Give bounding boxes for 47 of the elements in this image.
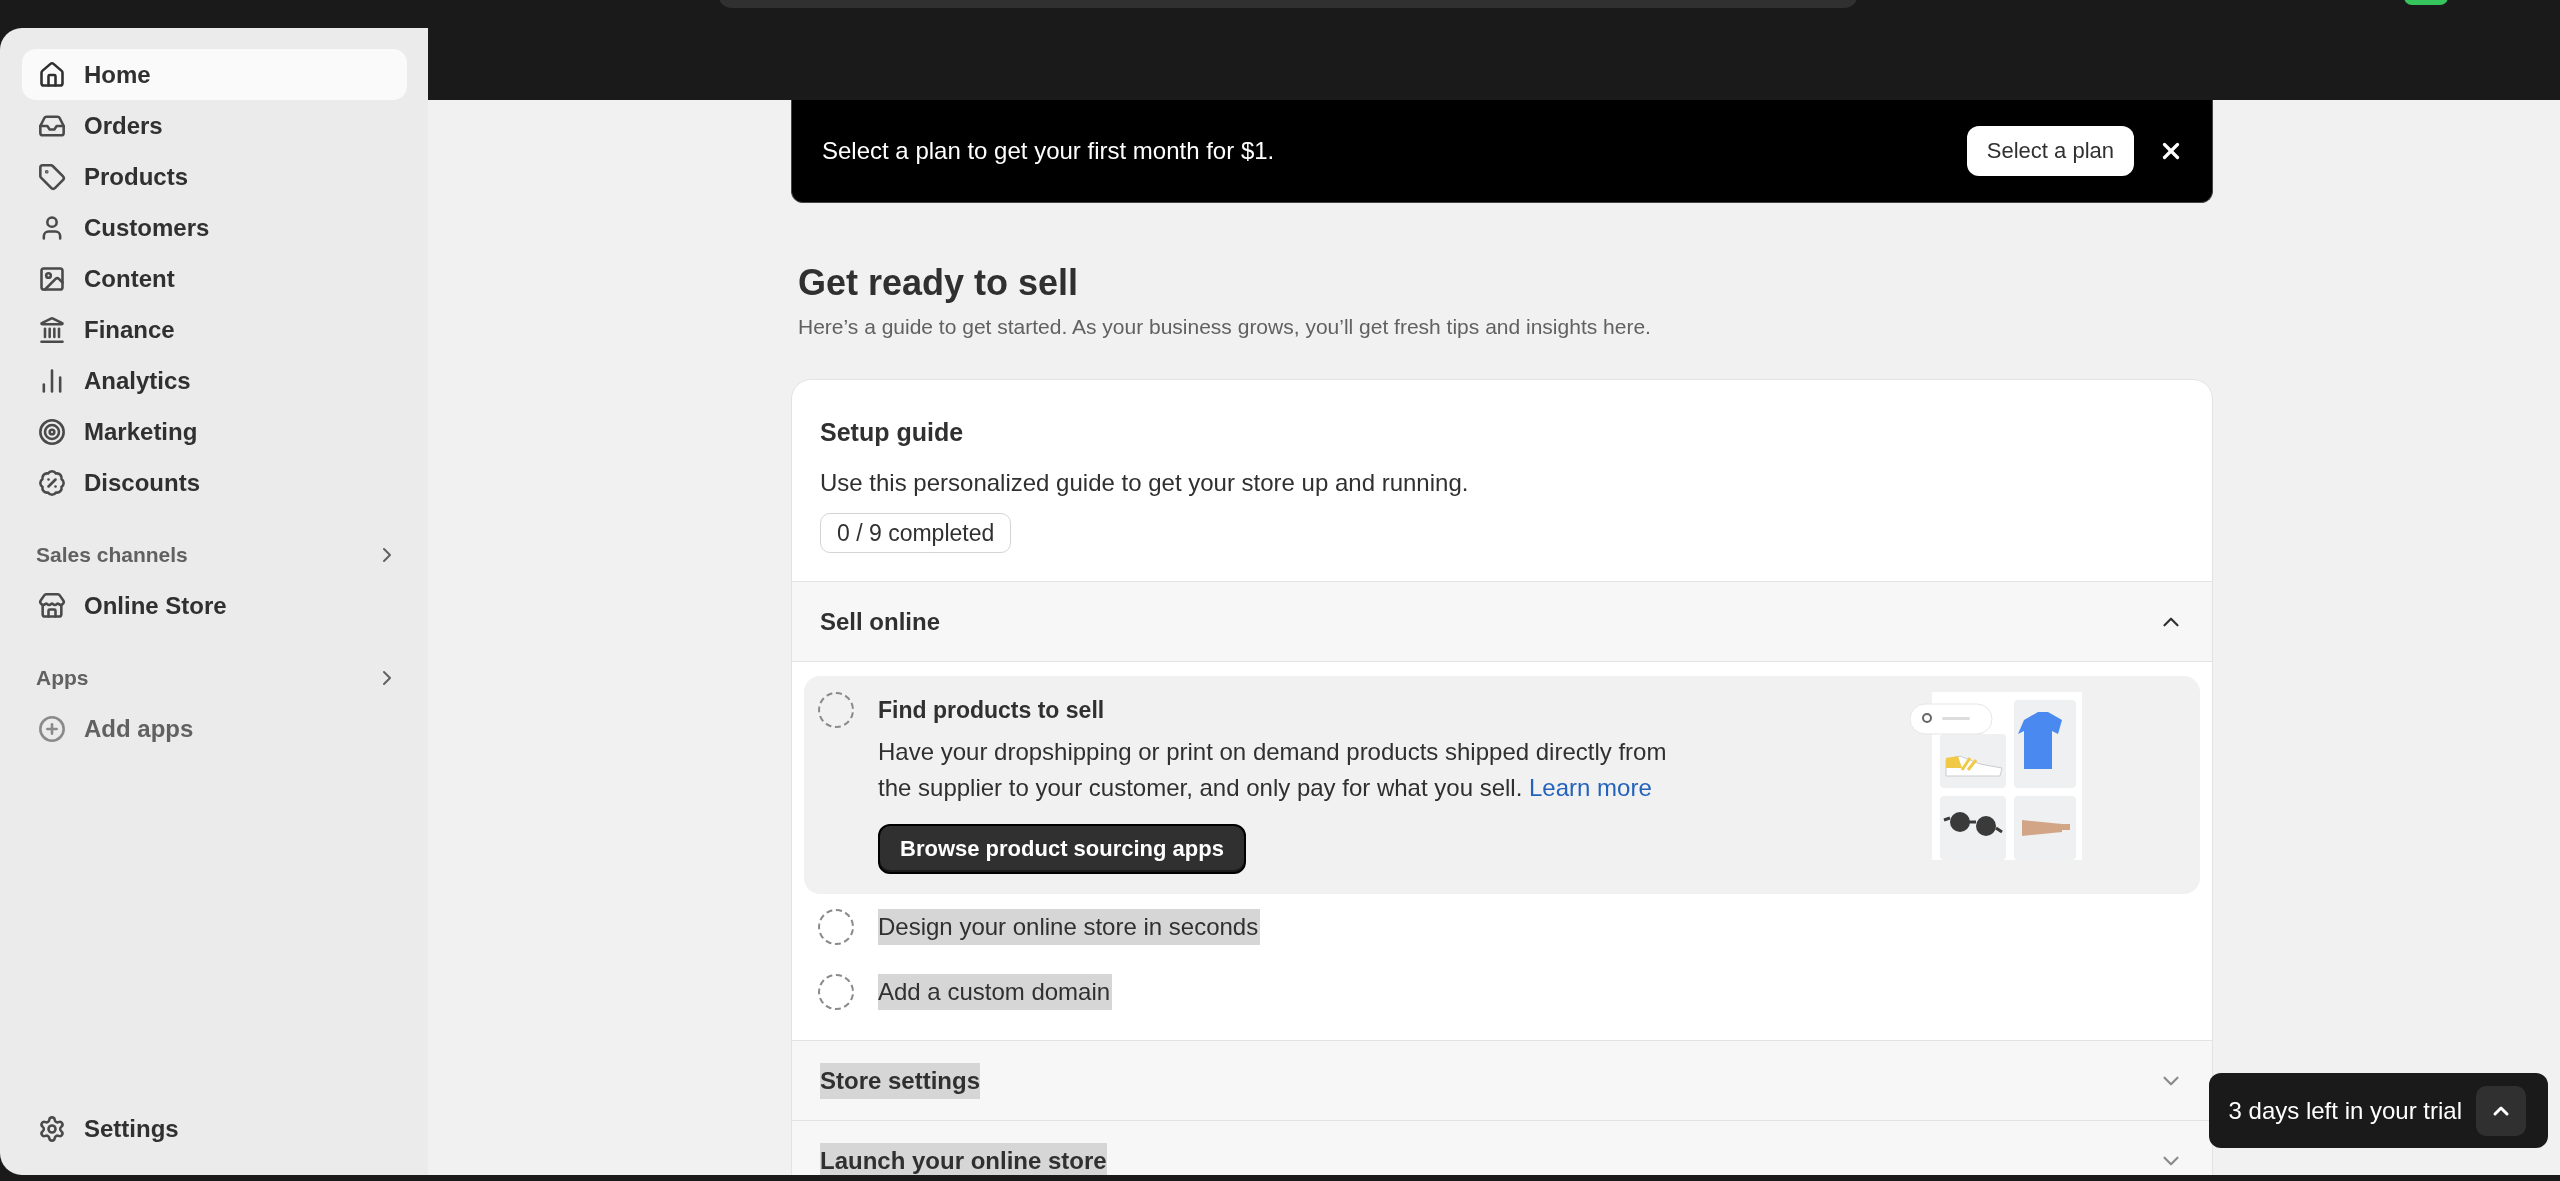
store-icon	[38, 591, 66, 620]
sidebar-item[interactable]: Analytics	[22, 355, 407, 406]
card-title: Setup guide	[820, 418, 964, 447]
card-description: Use this personalized guide to get your store up and running.	[820, 469, 1469, 497]
section-heading: Apps	[36, 666, 89, 690]
section-header[interactable]: Sell online	[792, 581, 2212, 661]
sidebar-item[interactable]: Discounts	[22, 457, 407, 508]
target-icon	[38, 417, 66, 446]
select-plan-button[interactable]: Select a plan	[1966, 126, 2134, 176]
sidebar-item[interactable]: Online Store	[22, 580, 407, 631]
expand-button[interactable]	[2476, 1085, 2526, 1136]
sidebar-item[interactable]: Content	[22, 253, 407, 304]
sidebar-item[interactable]: Marketing	[22, 406, 407, 457]
sidebar-item[interactable]: Home	[22, 49, 407, 100]
section-header[interactable]: Store settings	[792, 1040, 2212, 1120]
trial-text: 3 days left in your trial	[2228, 1096, 2462, 1125]
plus-circle-icon	[38, 714, 66, 743]
task-title[interactable]: Add a custom domain	[878, 973, 1113, 1010]
section-title: Launch your online store	[820, 1142, 1107, 1175]
sidebar-item[interactable]: Add apps	[22, 703, 407, 754]
section-header[interactable]: Launch your online store	[792, 1120, 2212, 1175]
status-circle-icon[interactable]	[818, 692, 854, 728]
sidebar-item[interactable]: Settings	[22, 1103, 407, 1154]
task-title: Find products to sell	[878, 696, 1106, 725]
sidebar-item[interactable]: Orders	[22, 100, 407, 151]
bank-icon	[38, 315, 66, 344]
sidebar-item[interactable]: Customers	[22, 202, 407, 253]
settings-icon	[38, 1114, 66, 1143]
section-title: Store settings	[820, 1062, 981, 1099]
page-title: Get ready to sell	[798, 261, 1080, 305]
progress-badge: 0 / 9 completed	[820, 513, 1012, 553]
learn-more-link[interactable]: Learn more	[1529, 774, 1652, 801]
tag-icon	[38, 162, 66, 191]
sidebar-item[interactable]: Products	[22, 151, 407, 202]
section-heading: Sales channels	[36, 543, 188, 567]
browse-apps-button[interactable]: Browse product sourcing apps	[878, 824, 1246, 874]
task-description: Have your dropshipping or print on demand products shipped directly from the supplier to your customer, and only pay for what you sell. Learn more	[878, 737, 1668, 803]
status-circle-icon[interactable]	[818, 973, 854, 1010]
banner-text: Select a plan to get your first month for $1.	[822, 137, 1276, 165]
image-icon	[38, 264, 66, 293]
task-title[interactable]: Design your online store in seconds	[878, 908, 1261, 945]
sidebar-item[interactable]: Finance	[22, 304, 407, 355]
percent-badge-icon	[38, 468, 66, 497]
home-icon	[38, 60, 66, 89]
page-subtitle: Here’s a guide to get started. As your business grows, you’ll get fresh tips and insights here.	[798, 315, 1652, 339]
status-circle-icon[interactable]	[818, 908, 854, 945]
section-title: Sell online	[820, 606, 941, 637]
